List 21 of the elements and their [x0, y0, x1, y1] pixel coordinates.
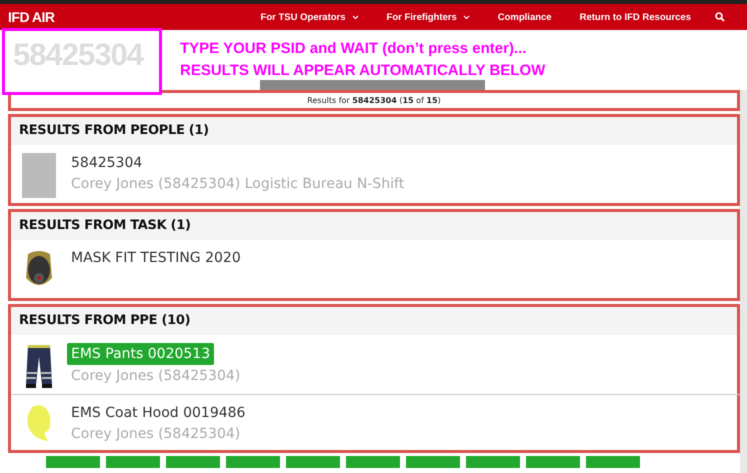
- result-subtitle: Corey Jones (58425304) Logistic Bureau N-Shift: [71, 175, 404, 194]
- nav-link[interactable]: For Firefighters: [372, 12, 484, 22]
- search-icon[interactable]: [715, 12, 725, 22]
- result-title-link[interactable]: MASK FIT TESTING 2020: [71, 248, 241, 268]
- instruction-text: RESULTS WILL APPEAR AUTOMATICALLY BELOW: [180, 61, 546, 81]
- result-subtitle: Corey Jones (58425304): [71, 367, 240, 386]
- instruction-text: TYPE YOUR PSID and WAIT (don’t press enter)...: [180, 39, 528, 59]
- section-heading: RESULTS FROM PPE (10): [11, 307, 737, 335]
- result-title-link[interactable]: EMS Pants 0020513: [67, 343, 214, 365]
- photo-placeholder: [22, 153, 56, 198]
- result-subtitle: Corey Jones (58425304): [71, 425, 240, 444]
- section-heading: RESULTS FROM TASK (1): [11, 212, 737, 240]
- nav-link[interactable]: Compliance: [484, 12, 566, 22]
- results-summary: Results for 58425304 (15 of 15): [8, 90, 740, 111]
- section-heading: RESULTS FROM PEOPLE (1): [11, 117, 737, 145]
- nav-link[interactable]: For TSU Operators: [246, 12, 373, 22]
- site-logo[interactable]: IFD AIR: [8, 9, 55, 25]
- result-title-link[interactable]: EMS Coat Hood 0019486: [71, 403, 246, 423]
- result-title-link[interactable]: 58425304: [71, 153, 142, 173]
- nav-link[interactable]: Return to IFD Resources: [566, 12, 705, 22]
- scrollbar[interactable]: [740, 90, 747, 473]
